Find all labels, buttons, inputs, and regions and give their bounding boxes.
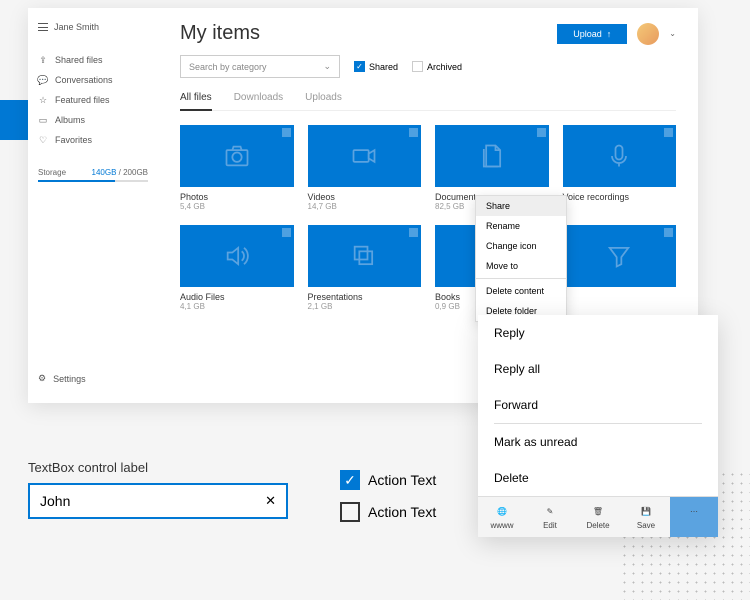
tile-voice-recordings[interactable]: Voice recordings (563, 125, 677, 211)
sidebar-item-favorites[interactable]: ♡Favorites (38, 130, 148, 150)
tabs: All files Downloads Uploads (180, 92, 676, 111)
storage-section: Storage 140GB / 200GB (38, 168, 148, 182)
action-checkbox[interactable]: ✓Action Text (340, 470, 436, 490)
toolbar-pencil-button[interactable]: ✎Edit (526, 497, 574, 537)
star-icon: ☆ (38, 95, 48, 105)
select-corner[interactable] (409, 228, 418, 237)
popup-reply[interactable]: Reply (478, 315, 718, 351)
user-name: Jane Smith (54, 22, 99, 32)
checkbox-icon (340, 502, 360, 522)
shared-checkbox[interactable]: ✓ Shared (354, 61, 398, 72)
heart-icon: ♡ (38, 135, 48, 145)
toolbar-trash-button[interactable]: 🗑Delete (574, 497, 622, 537)
filters-row: Search by category ⌄ ✓ Shared Archived (180, 55, 676, 78)
tile-presentations[interactable]: Presentations2,1 GB (308, 225, 422, 311)
sidebar-item-shared-files[interactable]: ⇪Shared files (38, 50, 148, 70)
sidebar-item-featured-files[interactable]: ☆Featured files (38, 90, 148, 110)
file-grid: Photos5,4 GBVideos14,7 GBDocuments82,5 G… (180, 125, 676, 311)
page-title: My items (180, 22, 260, 45)
ctx-rename[interactable]: Rename (476, 216, 566, 236)
chevron-down-icon[interactable]: ⌄ (669, 29, 676, 38)
action-checkbox[interactable]: Action Text (340, 502, 436, 522)
ctx-delete-content[interactable]: Delete content (476, 281, 566, 301)
textbox-label: TextBox control label (28, 460, 288, 475)
clear-icon[interactable]: ✕ (265, 493, 276, 509)
select-corner[interactable] (664, 128, 673, 137)
album-icon: ▭ (38, 115, 48, 125)
trash-icon: 🗑 (577, 504, 619, 519)
sidebar: Jane Smith ⇪Shared files💬Conversations☆F… (28, 8, 158, 403)
checkbox-icon (412, 61, 423, 72)
upload-button[interactable]: Upload ↑ (557, 24, 627, 44)
tile-item[interactable] (563, 225, 677, 311)
popup-delete[interactable]: Delete (478, 460, 718, 496)
popup-forward[interactable]: Forward (478, 387, 718, 423)
gear-icon: ⚙ (38, 373, 46, 384)
sidebar-item-conversations[interactable]: 💬Conversations (38, 70, 148, 90)
ctx-move-to[interactable]: Move to (476, 256, 566, 276)
storage-label: Storage (38, 168, 66, 177)
header: My items Upload ↑ ⌄ (180, 22, 676, 45)
save-icon: 💾 (625, 504, 667, 519)
tile-photos[interactable]: Photos5,4 GB (180, 125, 294, 211)
tab-uploads[interactable]: Uploads (305, 92, 342, 110)
select-corner[interactable] (537, 128, 546, 137)
select-corner[interactable] (282, 228, 291, 237)
action-popup: ReplyReply allForwardMark as unreadDelet… (478, 315, 718, 537)
toolbar-save-button[interactable]: 💾Save (622, 497, 670, 537)
upload-icon: ↑ (607, 29, 612, 39)
popup-toolbar: 🌐wwww✎Edit🗑Delete💾Save⋯ (478, 496, 718, 537)
popup-reply-all[interactable]: Reply all (478, 351, 718, 387)
checkbox-icon: ✓ (354, 61, 365, 72)
context-menu: ShareRenameChange iconMove to Delete cont… (475, 195, 567, 322)
checkbox-icon: ✓ (340, 470, 360, 490)
textbox-section: TextBox control label John ✕ (28, 460, 288, 519)
popup-mark-as-unread[interactable]: Mark as unread (478, 424, 718, 460)
tile-videos[interactable]: Videos14,7 GB (308, 125, 422, 211)
hamburger-icon[interactable] (38, 23, 48, 31)
avatar[interactable] (637, 23, 659, 45)
ctx-share[interactable]: Share (476, 196, 566, 216)
select-corner[interactable] (664, 228, 673, 237)
storage-bar (38, 180, 148, 182)
chevron-down-icon: ⌄ (323, 61, 331, 72)
tab-all-files[interactable]: All files (180, 92, 212, 111)
toolbar-more-button[interactable]: ⋯ (670, 497, 718, 537)
action-checkboxes: ✓Action Text Action Text (340, 470, 436, 534)
chat-icon: 💬 (38, 75, 48, 85)
storage-used: 140GB (92, 168, 117, 177)
category-select[interactable]: Search by category ⌄ (180, 55, 340, 78)
globe-icon: 🌐 (481, 504, 523, 519)
textbox-input[interactable]: John ✕ (28, 483, 288, 519)
settings-link[interactable]: ⚙ Settings (38, 368, 148, 389)
select-corner[interactable] (409, 128, 418, 137)
pencil-icon: ✎ (529, 504, 571, 519)
toolbar-globe-button[interactable]: 🌐wwww (478, 497, 526, 537)
ctx-change-icon[interactable]: Change icon (476, 236, 566, 256)
more-icon: ⋯ (673, 504, 715, 519)
user-row[interactable]: Jane Smith (38, 22, 148, 32)
storage-total: 200GB (123, 168, 148, 177)
select-corner[interactable] (282, 128, 291, 137)
tile-audio-files[interactable]: Audio Files4,1 GB (180, 225, 294, 311)
share-icon: ⇪ (38, 55, 48, 65)
sidebar-item-albums[interactable]: ▭Albums (38, 110, 148, 130)
tab-downloads[interactable]: Downloads (234, 92, 283, 110)
archived-checkbox[interactable]: Archived (412, 61, 462, 72)
